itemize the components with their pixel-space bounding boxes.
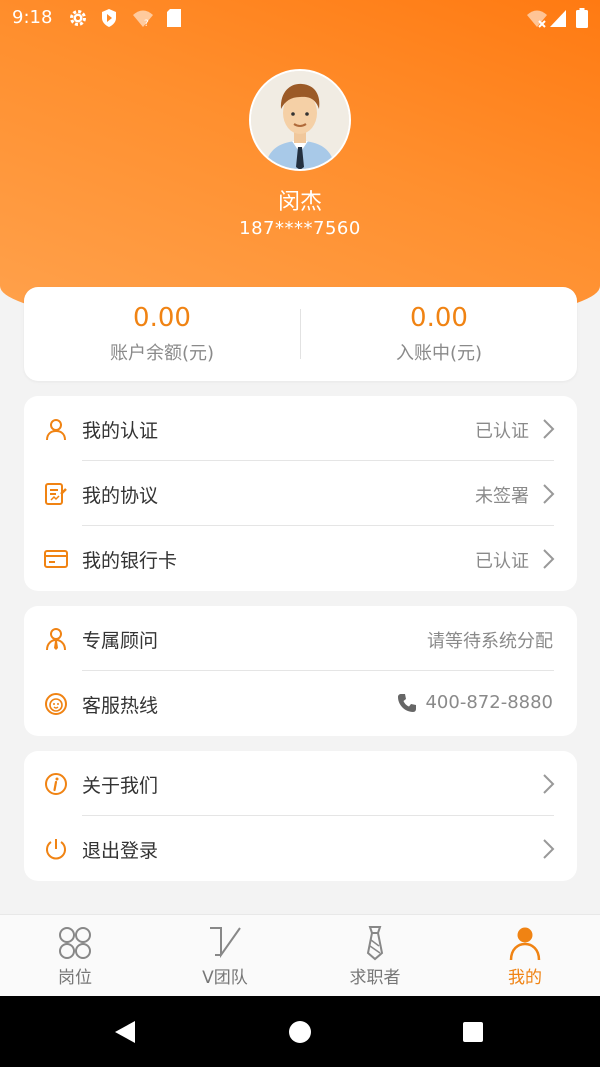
menu-item-bank-card[interactable]: 我的银行卡 已认证 (24, 526, 577, 591)
menu-label: 客服热线 (82, 695, 159, 717)
menu-item-logout[interactable]: 退出登录 (24, 816, 577, 881)
menu-item-certification[interactable]: 我的认证 已认证 (24, 396, 577, 461)
v-team-icon (210, 927, 241, 959)
status-bar: 9:18 ? (0, 0, 600, 36)
bottom-tab-bar: 岗位 V团队 求职者 我的 (0, 914, 600, 996)
info-icon (45, 773, 67, 795)
menu-item-agreement[interactable]: 我的协议 未签署 (24, 461, 577, 526)
home-icon[interactable] (288, 1020, 312, 1044)
menu-item-hotline[interactable]: 客服热线 400-872-8880 (24, 671, 577, 736)
user-icon (46, 419, 66, 441)
account-menu-group: 我的认证 已认证 我的协议 未签署 我的银行卡 已认证 (24, 396, 577, 591)
status-time: 9:18 (12, 7, 53, 28)
chevron-right-icon (543, 839, 555, 859)
tab-label: V团队 (202, 968, 248, 988)
phone-icon (398, 694, 416, 712)
tab-mine[interactable]: 我的 (450, 915, 600, 997)
menu-label: 我的协议 (82, 485, 159, 507)
sd-card-icon (167, 9, 181, 27)
balance-card: 0.00 账户余额(元) 0.00 入账中(元) (24, 287, 577, 381)
back-icon[interactable] (114, 1020, 136, 1044)
pending-balance-value: 0.00 (410, 303, 468, 333)
service-menu-group: 专属顾问 请等待系统分配 客服热线 400-872-8880 (24, 606, 577, 736)
grid-icon (59, 927, 91, 959)
customer-service-icon (45, 693, 67, 715)
system-navigation-bar (0, 996, 600, 1067)
menu-label: 我的银行卡 (82, 550, 178, 572)
bank-card-icon (44, 550, 68, 568)
pending-balance-label: 入账中(元) (395, 343, 483, 364)
account-balance-value: 0.00 (133, 303, 191, 333)
menu-value: 已认证 (475, 551, 529, 572)
wifi-unknown-icon: ? (133, 10, 153, 28)
advisor-icon (46, 628, 66, 651)
settings-gear-icon (70, 10, 86, 26)
user-phone: 187****7560 (239, 218, 361, 239)
menu-label: 关于我们 (82, 775, 159, 797)
menu-value: 未签署 (475, 486, 529, 507)
account-balance[interactable]: 0.00 账户余额(元) (24, 287, 300, 381)
tab-job-seekers[interactable]: 求职者 (300, 915, 450, 997)
chevron-right-icon (543, 419, 555, 439)
chevron-right-icon (543, 774, 555, 794)
user-name: 闵杰 (277, 190, 322, 215)
menu-value: 请等待系统分配 (427, 631, 553, 652)
menu-label: 退出登录 (82, 840, 159, 862)
menu-item-advisor[interactable]: 专属顾问 请等待系统分配 (24, 606, 577, 671)
shield-play-icon (102, 9, 116, 27)
chevron-right-icon (543, 549, 555, 569)
svg-text:?: ? (144, 19, 149, 28)
document-edit-icon (45, 483, 67, 505)
tab-jobs[interactable]: 岗位 (0, 915, 150, 997)
tab-label: 岗位 (58, 968, 92, 988)
menu-label: 专属顾问 (82, 630, 159, 652)
tab-label: 求职者 (349, 968, 401, 988)
avatar-man-icon (251, 71, 349, 169)
tab-v-team[interactable]: V团队 (150, 915, 300, 997)
app-menu-group: 关于我们 退出登录 (24, 751, 577, 881)
menu-label: 我的认证 (82, 420, 159, 442)
account-balance-label: 账户余额(元) (109, 343, 215, 364)
chevron-right-icon (543, 484, 555, 504)
menu-item-about-us[interactable]: 关于我们 (24, 751, 577, 816)
menu-value: 已认证 (475, 421, 529, 442)
pending-balance[interactable]: 0.00 入账中(元) (301, 287, 577, 381)
recents-icon[interactable] (462, 1021, 484, 1043)
signal-icon (550, 10, 566, 27)
battery-icon (576, 8, 588, 28)
user-avatar[interactable] (249, 69, 351, 171)
wifi-off-icon (527, 10, 547, 28)
hotline-number[interactable]: 400-872-8880 (425, 692, 553, 713)
tab-label: 我的 (508, 968, 542, 988)
tie-icon (366, 926, 384, 961)
power-icon (46, 839, 66, 860)
person-icon (509, 927, 541, 961)
